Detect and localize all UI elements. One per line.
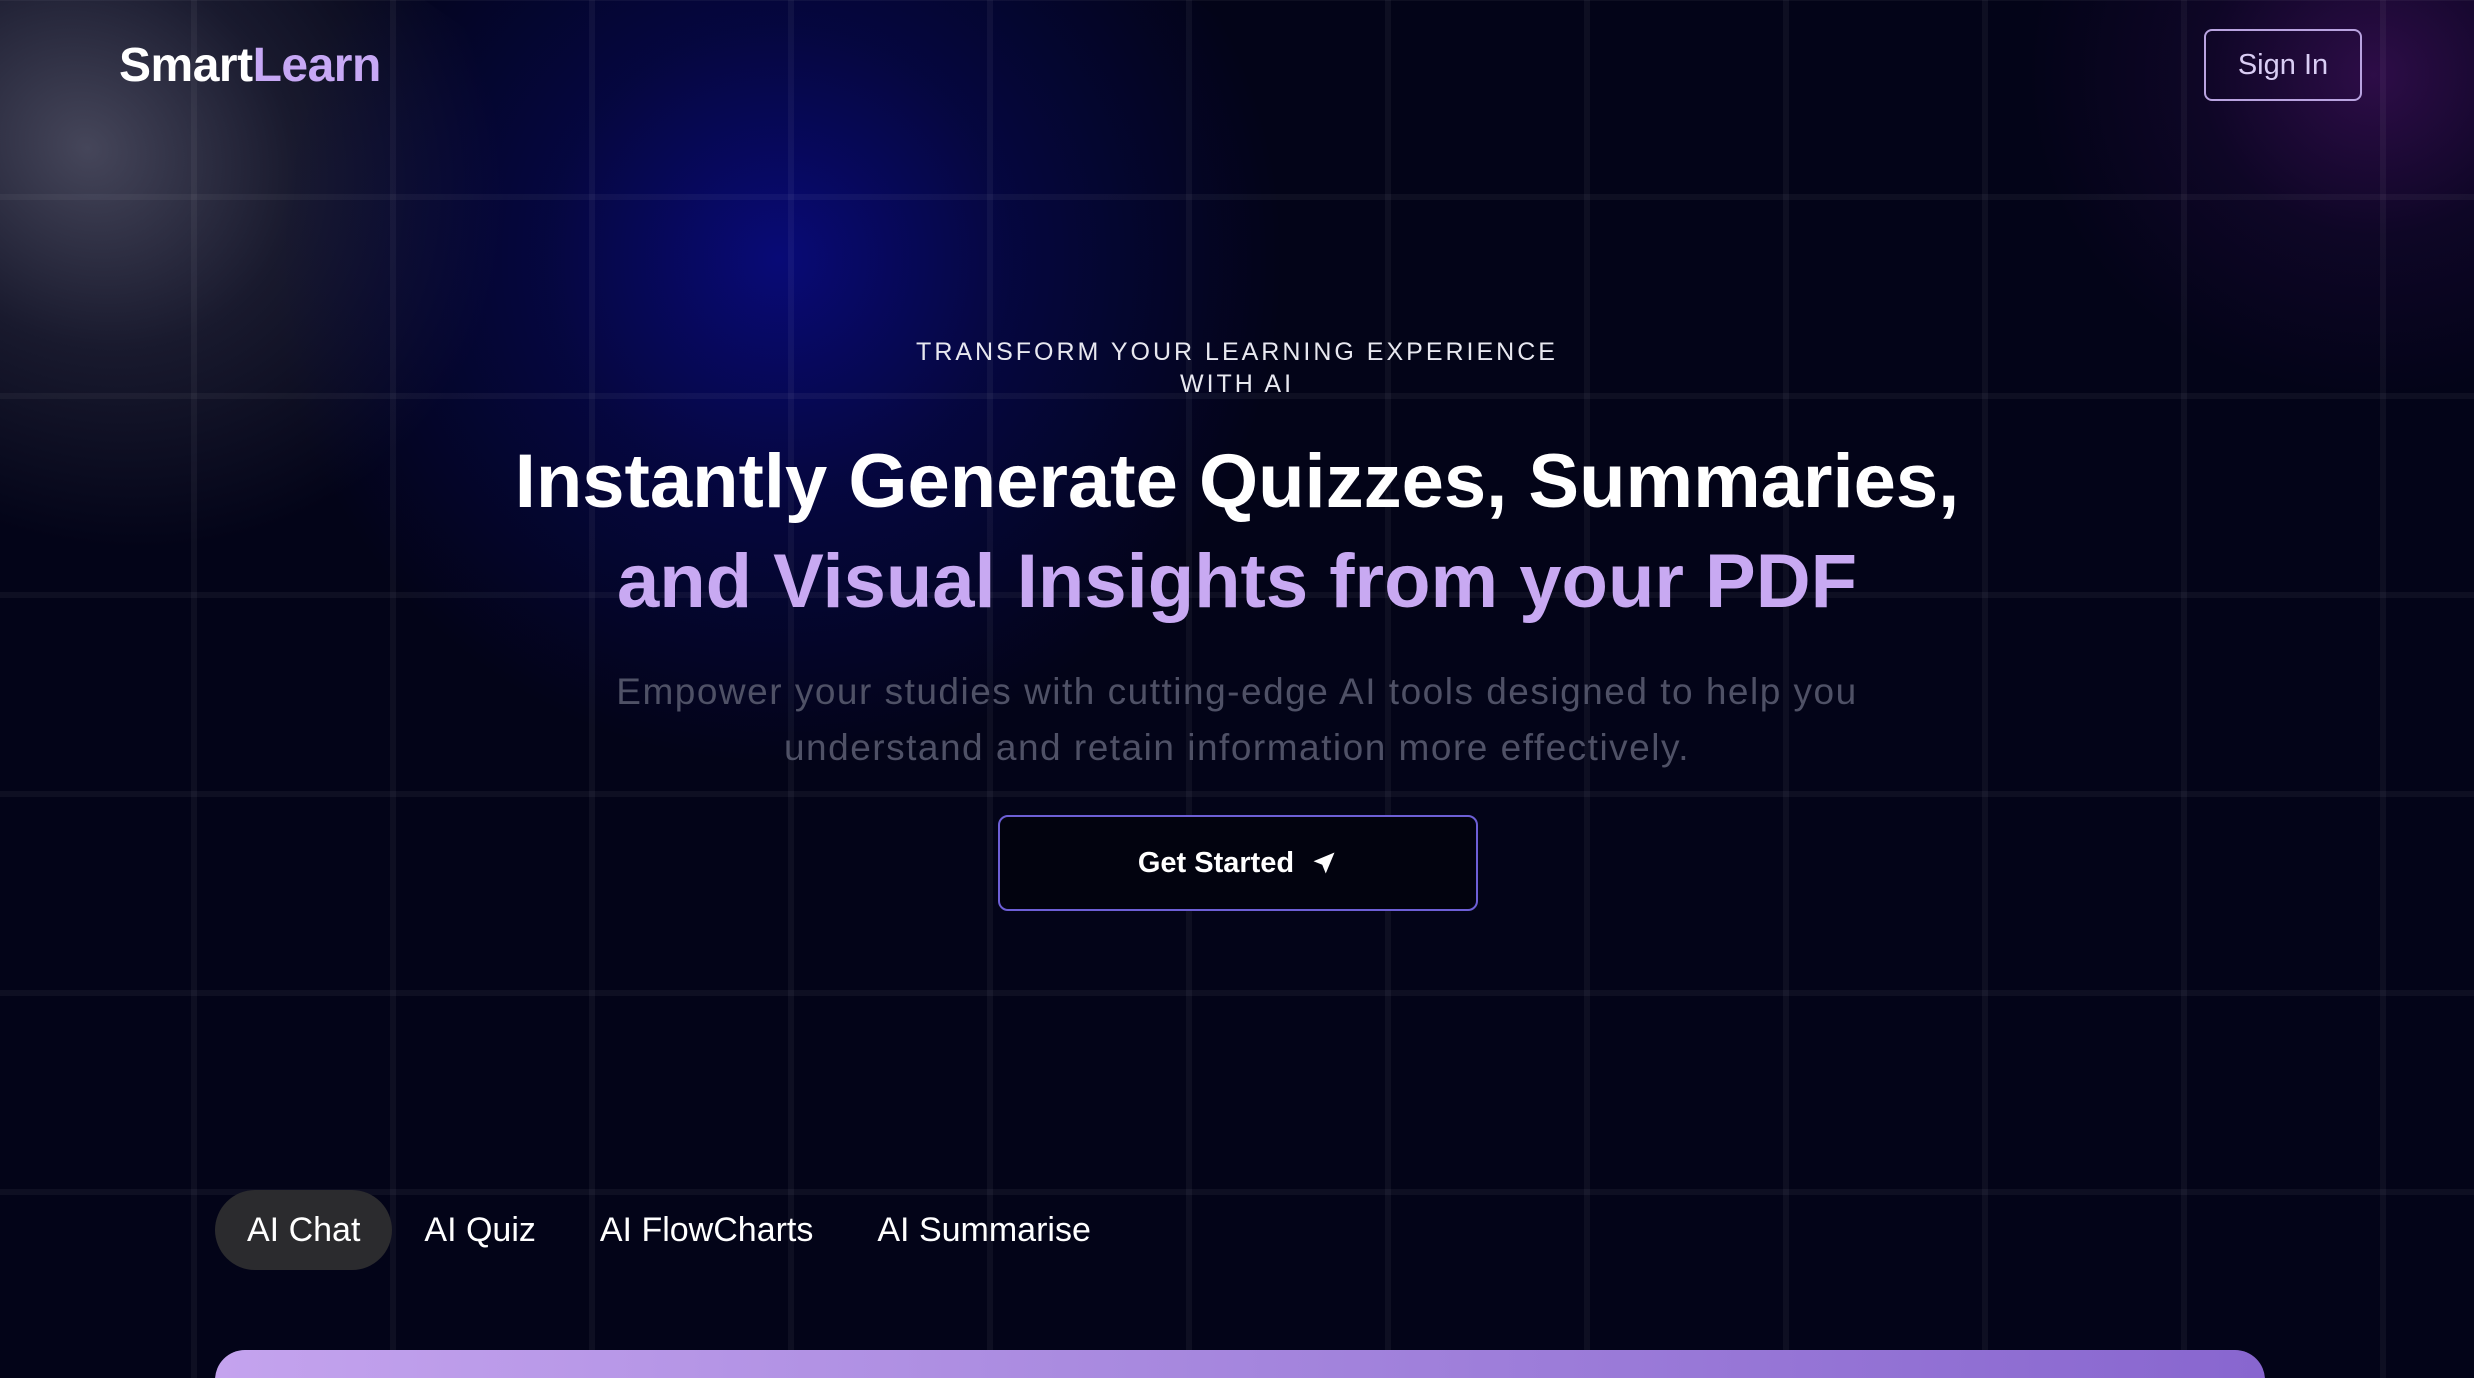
logo-smart: Smart xyxy=(119,39,253,92)
top-header: SmartLearn Sign In xyxy=(0,0,2474,132)
tab-ai-summarise[interactable]: AI Summarise xyxy=(845,1190,1123,1270)
send-arrow-icon xyxy=(1313,852,1335,874)
feature-preview-panel xyxy=(215,1350,2265,1378)
sign-in-button[interactable]: Sign In xyxy=(2204,29,2362,101)
subtext-line-1: Empower your studies with cutting-edge A… xyxy=(616,671,1858,712)
tab-ai-chat[interactable]: AI Chat xyxy=(215,1190,393,1270)
feature-tabs: AI Chat AI Quiz AI FlowCharts AI Summari… xyxy=(215,1190,1123,1270)
logo-learn: Learn xyxy=(252,39,382,92)
get-started-label: Get Started xyxy=(1137,846,1295,879)
eyebrow-line-2: WITH AI xyxy=(1179,370,1295,398)
get-started-button[interactable]: Get Started xyxy=(998,815,1478,911)
tab-ai-flowcharts[interactable]: AI FlowCharts xyxy=(568,1190,846,1270)
landing-page: SmartLearn Sign In TRANSFORM YOUR LEARNI… xyxy=(0,0,2474,1378)
tab-ai-quiz[interactable]: AI Quiz xyxy=(392,1190,567,1270)
subtext-line-2: understand and retain information more e… xyxy=(783,727,1691,768)
hero-subtext: Empower your studies with cutting-edge A… xyxy=(0,664,2474,776)
logo[interactable]: SmartLearn xyxy=(119,36,381,96)
hero-headline: Instantly Generate Quizzes, Summaries, a… xyxy=(0,432,2474,632)
headline-line-1: Instantly Generate Quizzes, Summaries, xyxy=(514,439,1960,524)
eyebrow-line-1: TRANSFORM YOUR LEARNING EXPERIENCE xyxy=(916,338,1558,366)
headline-line-2: and Visual Insights from your PDF xyxy=(616,539,1858,624)
hero-eyebrow: TRANSFORM YOUR LEARNING EXPERIENCE WITH … xyxy=(0,336,2474,400)
